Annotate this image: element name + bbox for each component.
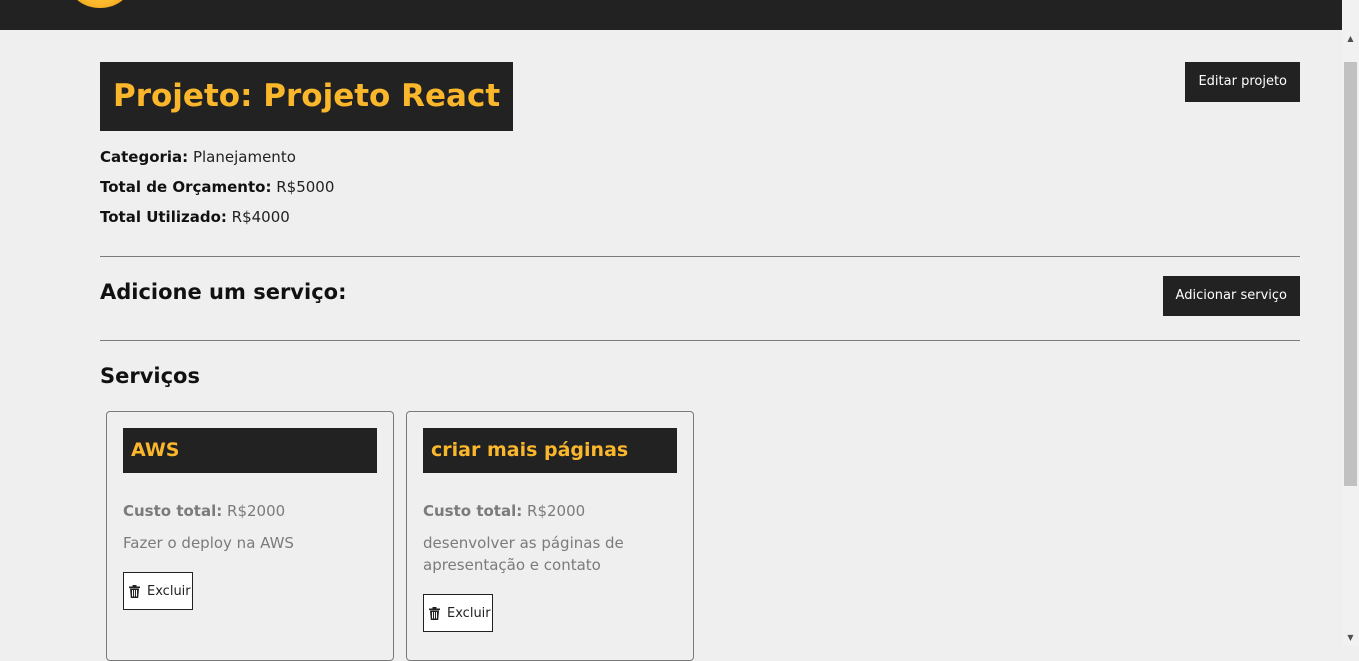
service-description: desenvolver as páginas de apresentação e… [423, 534, 624, 574]
services-heading: Serviços [100, 364, 200, 388]
delete-service-button[interactable]: Excluir [123, 572, 193, 610]
scrollbar-thumb[interactable] [1344, 62, 1357, 486]
project-category: Categoria: Planejamento [100, 148, 296, 166]
coins-logo-icon[interactable] [70, 0, 130, 8]
add-service-heading: Adicione um serviço: [100, 280, 347, 304]
category-label: Categoria: [100, 148, 189, 166]
scroll-up-arrow-icon[interactable]: ▲ [1342, 30, 1359, 47]
trash-icon [429, 606, 440, 620]
budget-label: Total de Orçamento: [100, 178, 272, 196]
edit-project-button[interactable]: Editar projeto [1185, 62, 1300, 102]
scroll-down-arrow-icon[interactable]: ▼ [1342, 629, 1359, 646]
trash-icon [129, 584, 140, 598]
project-budget: Total de Orçamento: R$5000 [100, 178, 334, 196]
used-label: Total Utilizado: [100, 208, 227, 226]
project-title: Projeto: Projeto React [100, 62, 514, 131]
service-cost-value: R$2000 [527, 502, 586, 520]
divider [100, 340, 1300, 341]
divider [100, 256, 1300, 257]
delete-label: Excluir [447, 605, 491, 621]
service-card: AWS Custo total: R$2000 Fazer o deploy n… [106, 411, 394, 661]
service-cost-value: R$2000 [227, 502, 286, 520]
service-card: criar mais páginas Custo total: R$2000 d… [406, 411, 694, 661]
add-service-button[interactable]: Adicionar serviço [1162, 276, 1300, 316]
category-value: Planejamento [192, 148, 296, 166]
service-cost: Custo total: R$2000 [123, 502, 285, 520]
delete-service-button[interactable]: Excluir [423, 594, 493, 632]
service-cost-label: Custo total: [423, 502, 523, 520]
service-cost: Custo total: R$2000 [423, 502, 585, 520]
navbar [0, 0, 1342, 30]
service-cost-label: Custo total: [123, 502, 223, 520]
vertical-scrollbar[interactable]: ▲ ▼ [1342, 0, 1359, 646]
used-value: R$4000 [231, 208, 290, 226]
delete-label: Excluir [147, 583, 191, 599]
project-used: Total Utilizado: R$4000 [100, 208, 290, 226]
service-description: Fazer o deploy na AWS [123, 534, 294, 552]
budget-value: R$5000 [276, 178, 335, 196]
service-name: criar mais páginas [423, 428, 677, 473]
service-name: AWS [123, 428, 377, 473]
